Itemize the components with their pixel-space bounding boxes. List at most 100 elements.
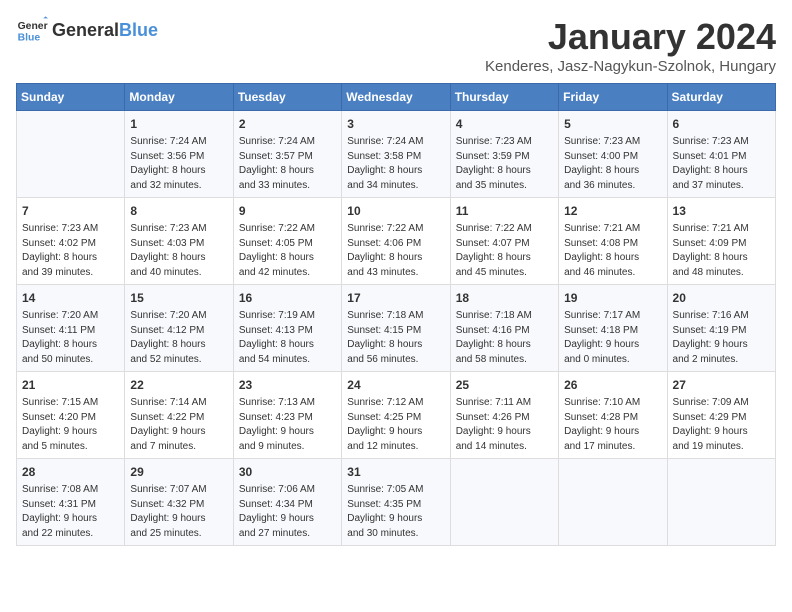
- day-info: Sunrise: 7:06 AM Sunset: 4:34 PM Dayligh…: [239, 483, 336, 541]
- day-number: 5: [564, 115, 661, 133]
- calendar-cell: 30 Sunrise: 7:06 AM Sunset: 4:34 PM Dayli…: [233, 459, 341, 546]
- day-info: Sunrise: 7:10 AM Sunset: 4:28 PM Dayligh…: [564, 396, 661, 454]
- calendar-cell: 11 Sunrise: 7:22 AM Sunset: 4:07 PM Dayli…: [450, 198, 558, 285]
- day-info: Sunrise: 7:13 AM Sunset: 4:23 PM Dayligh…: [239, 396, 336, 454]
- header-cell-friday: Friday: [559, 84, 667, 111]
- calendar-cell: 29 Sunrise: 7:07 AM Sunset: 4:32 PM Dayli…: [125, 459, 233, 546]
- header: General Blue GeneralBlue January 2024 Ke…: [16, 16, 776, 75]
- day-number: 2: [239, 115, 336, 133]
- day-number: 10: [347, 202, 444, 220]
- day-number: 16: [239, 289, 336, 307]
- day-number: 1: [130, 115, 227, 133]
- calendar-cell: 12 Sunrise: 7:21 AM Sunset: 4:08 PM Dayli…: [559, 198, 667, 285]
- day-info: Sunrise: 7:22 AM Sunset: 4:06 PM Dayligh…: [347, 222, 444, 280]
- calendar-week-2: 7Sunrise: 7:23 AM Sunset: 4:02 PM Daylig…: [17, 198, 776, 285]
- calendar-cell: 27 Sunrise: 7:09 AM Sunset: 4:29 PM Dayli…: [667, 372, 775, 459]
- day-info: Sunrise: 7:08 AM Sunset: 4:31 PM Dayligh…: [22, 483, 119, 541]
- logo-blue-text: Blue: [119, 20, 158, 41]
- day-info: Sunrise: 7:18 AM Sunset: 4:16 PM Dayligh…: [456, 309, 553, 367]
- header-cell-wednesday: Wednesday: [342, 84, 450, 111]
- calendar-cell: 5Sunrise: 7:23 AM Sunset: 4:00 PM Daylig…: [559, 111, 667, 198]
- day-info: Sunrise: 7:19 AM Sunset: 4:13 PM Dayligh…: [239, 309, 336, 367]
- day-number: 11: [456, 202, 553, 220]
- day-info: Sunrise: 7:09 AM Sunset: 4:29 PM Dayligh…: [673, 396, 770, 454]
- calendar-cell: [450, 459, 558, 546]
- day-number: 22: [130, 376, 227, 394]
- day-info: Sunrise: 7:21 AM Sunset: 4:08 PM Dayligh…: [564, 222, 661, 280]
- calendar-cell: 31 Sunrise: 7:05 AM Sunset: 4:35 PM Dayli…: [342, 459, 450, 546]
- calendar-cell: 10 Sunrise: 7:22 AM Sunset: 4:06 PM Dayli…: [342, 198, 450, 285]
- calendar-cell: 8Sunrise: 7:23 AM Sunset: 4:03 PM Daylig…: [125, 198, 233, 285]
- logo-icon: General Blue: [16, 16, 48, 44]
- calendar-cell: 26Sunrise: 7:10 AM Sunset: 4:28 PM Dayli…: [559, 372, 667, 459]
- header-cell-sunday: Sunday: [17, 84, 125, 111]
- calendar-cell: [559, 459, 667, 546]
- day-info: Sunrise: 7:22 AM Sunset: 4:05 PM Dayligh…: [239, 222, 336, 280]
- calendar-cell: 6 Sunrise: 7:23 AM Sunset: 4:01 PM Daylig…: [667, 111, 775, 198]
- day-info: Sunrise: 7:21 AM Sunset: 4:09 PM Dayligh…: [673, 222, 770, 280]
- day-info: Sunrise: 7:24 AM Sunset: 3:57 PM Dayligh…: [239, 135, 336, 193]
- day-number: 12: [564, 202, 661, 220]
- calendar-cell: 16 Sunrise: 7:19 AM Sunset: 4:13 PM Dayli…: [233, 285, 341, 372]
- day-number: 19: [564, 289, 661, 307]
- day-info: Sunrise: 7:23 AM Sunset: 4:03 PM Dayligh…: [130, 222, 227, 280]
- day-number: 14: [22, 289, 119, 307]
- svg-text:Blue: Blue: [18, 32, 41, 43]
- calendar-body: 1 Sunrise: 7:24 AM Sunset: 3:56 PM Daylig…: [17, 111, 776, 546]
- logo-general-text: General: [52, 20, 119, 41]
- day-info: Sunrise: 7:15 AM Sunset: 4:20 PM Dayligh…: [22, 396, 119, 454]
- calendar-cell: 23 Sunrise: 7:13 AM Sunset: 4:23 PM Dayli…: [233, 372, 341, 459]
- day-info: Sunrise: 7:20 AM Sunset: 4:12 PM Dayligh…: [130, 309, 227, 367]
- header-cell-saturday: Saturday: [667, 84, 775, 111]
- day-info: Sunrise: 7:18 AM Sunset: 4:15 PM Dayligh…: [347, 309, 444, 367]
- calendar-week-1: 1 Sunrise: 7:24 AM Sunset: 3:56 PM Daylig…: [17, 111, 776, 198]
- calendar-cell: 22 Sunrise: 7:14 AM Sunset: 4:22 PM Dayli…: [125, 372, 233, 459]
- day-info: Sunrise: 7:11 AM Sunset: 4:26 PM Dayligh…: [456, 396, 553, 454]
- day-number: 30: [239, 463, 336, 481]
- day-info: Sunrise: 7:23 AM Sunset: 3:59 PM Dayligh…: [456, 135, 553, 193]
- day-number: 25: [456, 376, 553, 394]
- header-cell-thursday: Thursday: [450, 84, 558, 111]
- header-row: SundayMondayTuesdayWednesdayThursdayFrid…: [17, 84, 776, 111]
- calendar-header: SundayMondayTuesdayWednesdayThursdayFrid…: [17, 84, 776, 111]
- day-info: Sunrise: 7:23 AM Sunset: 4:01 PM Dayligh…: [673, 135, 770, 193]
- day-info: Sunrise: 7:12 AM Sunset: 4:25 PM Dayligh…: [347, 396, 444, 454]
- day-info: Sunrise: 7:14 AM Sunset: 4:22 PM Dayligh…: [130, 396, 227, 454]
- day-number: 6: [673, 115, 770, 133]
- day-info: Sunrise: 7:07 AM Sunset: 4:32 PM Dayligh…: [130, 483, 227, 541]
- day-info: Sunrise: 7:16 AM Sunset: 4:19 PM Dayligh…: [673, 309, 770, 367]
- month-title: January 2024: [485, 16, 776, 58]
- day-number: 28: [22, 463, 119, 481]
- day-info: Sunrise: 7:24 AM Sunset: 3:56 PM Dayligh…: [130, 135, 227, 193]
- calendar-cell: 2 Sunrise: 7:24 AM Sunset: 3:57 PM Daylig…: [233, 111, 341, 198]
- calendar-cell: [667, 459, 775, 546]
- day-number: 27: [673, 376, 770, 394]
- calendar-cell: 18 Sunrise: 7:18 AM Sunset: 4:16 PM Dayli…: [450, 285, 558, 372]
- calendar-cell: 24 Sunrise: 7:12 AM Sunset: 4:25 PM Dayli…: [342, 372, 450, 459]
- calendar-cell: 1 Sunrise: 7:24 AM Sunset: 3:56 PM Daylig…: [125, 111, 233, 198]
- title-area: January 2024 Kenderes, Jasz-Nagykun-Szol…: [485, 16, 776, 75]
- day-info: Sunrise: 7:05 AM Sunset: 4:35 PM Dayligh…: [347, 483, 444, 541]
- logo: General Blue GeneralBlue: [16, 16, 158, 44]
- day-number: 24: [347, 376, 444, 394]
- day-info: Sunrise: 7:22 AM Sunset: 4:07 PM Dayligh…: [456, 222, 553, 280]
- day-number: 3: [347, 115, 444, 133]
- day-info: Sunrise: 7:20 AM Sunset: 4:11 PM Dayligh…: [22, 309, 119, 367]
- header-cell-monday: Monday: [125, 84, 233, 111]
- day-number: 17: [347, 289, 444, 307]
- day-number: 23: [239, 376, 336, 394]
- day-number: 9: [239, 202, 336, 220]
- calendar-cell: 19Sunrise: 7:17 AM Sunset: 4:18 PM Dayli…: [559, 285, 667, 372]
- calendar-cell: 17 Sunrise: 7:18 AM Sunset: 4:15 PM Dayli…: [342, 285, 450, 372]
- day-number: 15: [130, 289, 227, 307]
- day-number: 7: [22, 202, 119, 220]
- location-title: Kenderes, Jasz-Nagykun-Szolnok, Hungary: [485, 58, 776, 75]
- day-number: 13: [673, 202, 770, 220]
- calendar-cell: 13 Sunrise: 7:21 AM Sunset: 4:09 PM Dayli…: [667, 198, 775, 285]
- svg-text:General: General: [18, 21, 48, 32]
- day-number: 29: [130, 463, 227, 481]
- calendar-cell: 4Sunrise: 7:23 AM Sunset: 3:59 PM Daylig…: [450, 111, 558, 198]
- day-number: 18: [456, 289, 553, 307]
- day-number: 31: [347, 463, 444, 481]
- calendar-cell: 14 Sunrise: 7:20 AM Sunset: 4:11 PM Dayli…: [17, 285, 125, 372]
